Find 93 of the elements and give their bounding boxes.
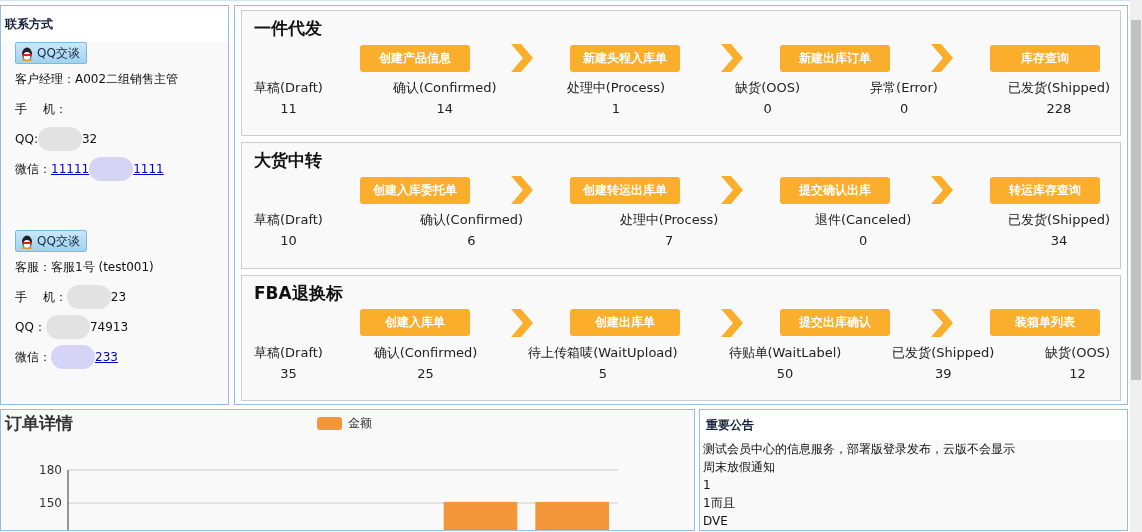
wechat-link[interactable]: 233 <box>95 350 118 364</box>
action-button[interactable]: 创建入库委托单 <box>360 176 470 204</box>
status-count: 12 <box>1069 365 1086 381</box>
chevron-icon <box>511 308 533 337</box>
status-count: 5 <box>598 365 608 381</box>
notice-item[interactable]: 周末放假通知 <box>700 458 1127 476</box>
axis-tick-label: 150 <box>39 496 62 510</box>
status-label: 草稿(Draft) <box>254 343 323 362</box>
status-count: 14 <box>436 101 454 116</box>
field-value: 23 <box>110 290 127 304</box>
field-label: 微信： <box>15 160 51 178</box>
action-button[interactable]: 提交确认出库 <box>780 176 890 204</box>
wechat-link[interactable]: 11111 <box>51 162 90 176</box>
section-title: 大货中转 <box>254 150 322 171</box>
chart-title: 订单详情 <box>5 412 73 435</box>
field-label: 手 机： <box>15 100 67 118</box>
action-button[interactable]: 创建产品信息 <box>360 44 470 72</box>
action-button[interactable]: 创建出库单 <box>570 309 680 337</box>
qq-chat-button[interactable]: QQ交谈 <box>15 230 87 252</box>
chevron-icon <box>931 44 953 72</box>
status-label: 草稿(Draft) <box>254 79 323 97</box>
status-count: 25 <box>417 365 434 381</box>
notice-item[interactable]: DVE <box>700 512 1127 530</box>
status-count: 0 <box>859 233 868 249</box>
redaction-blur <box>89 157 134 181</box>
status-label: 待贴单(WaitLabel) <box>728 343 842 362</box>
status-count: 0 <box>899 101 909 116</box>
redaction-blur <box>51 345 95 369</box>
panel-title: 联系方式 <box>1 6 228 42</box>
status-count: 228 <box>1046 101 1072 116</box>
status-count: 35 <box>280 365 297 381</box>
status-label: 缺货(OOS) <box>735 79 801 97</box>
action-button[interactable]: 创建转运出库单 <box>570 176 680 204</box>
status-count: 7 <box>664 233 674 249</box>
field-value: 客服1号 (test001) <box>51 258 154 276</box>
chevron-icon <box>931 176 953 205</box>
field-label: QQ： <box>15 318 46 336</box>
action-button[interactable]: 装箱单列表 <box>990 309 1100 337</box>
chevron-icon <box>931 308 953 337</box>
chevron-icon <box>511 176 533 205</box>
penguin-icon <box>20 45 34 61</box>
wechat-link[interactable]: 1111 <box>133 162 164 176</box>
field-value: A002二组销售主管 <box>75 70 179 88</box>
axis-tick-label: 180 <box>39 463 62 477</box>
penguin-icon <box>20 233 34 249</box>
status-count: 6 <box>467 233 476 249</box>
status-label: 确认(Confirmed) <box>419 211 524 230</box>
status-label: 待上传箱唛(WaitUpload) <box>528 343 678 362</box>
notice-item[interactable]: 1 <box>700 476 1127 494</box>
notice-item[interactable]: 1而且 <box>700 494 1127 512</box>
status-count: 39 <box>935 365 952 381</box>
status-label: 确认(Confirmed) <box>392 79 497 97</box>
field-label: 客服： <box>15 258 51 276</box>
status-label: 已发货(Shipped) <box>1007 211 1110 230</box>
status-label: 处理中(Process) <box>619 211 719 230</box>
chevron-icon <box>511 44 533 72</box>
y-axis <box>67 469 69 530</box>
chevron-icon <box>721 176 743 205</box>
status-label: 已发货(Shipped) <box>892 343 995 362</box>
notice-item[interactable]: 测试会员中心的信息服务，部署版登录发布，云版不会显示 <box>700 440 1127 458</box>
legend-label: 金额 <box>348 415 372 432</box>
status-label: 确认(Confirmed) <box>373 343 478 362</box>
panel-title: 重要公告 <box>700 410 1127 440</box>
field-label: 客户经理： <box>15 70 75 88</box>
section-title: 一件代发 <box>254 18 322 38</box>
status-count: 1 <box>611 101 621 116</box>
status-label: 已发货(Shipped) <box>1008 79 1110 97</box>
section-title: FBA退换标 <box>254 282 343 303</box>
chevron-icon <box>721 44 743 72</box>
status-count: 0 <box>763 101 772 116</box>
qq-chat-button[interactable]: QQ交谈 <box>15 42 87 64</box>
status-count: 50 <box>776 365 794 381</box>
field-value: 32 <box>81 132 98 146</box>
action-button[interactable]: 新建头程入库单 <box>570 44 680 72</box>
status-count: 11 <box>280 101 297 116</box>
action-button[interactable]: 新建出库订单 <box>780 44 890 72</box>
status-label: 缺货(OOS) <box>1045 343 1110 362</box>
status-label: 草稿(Draft) <box>254 211 323 230</box>
field-value: 74913 <box>89 320 129 334</box>
field-label: 微信： <box>15 348 51 366</box>
chevron-icon <box>721 308 743 337</box>
status-count: 34 <box>1050 233 1068 249</box>
field-label: QQ: <box>15 132 38 146</box>
action-button[interactable]: 转运库存查询 <box>990 176 1100 204</box>
field-label: 手 机： <box>15 288 67 306</box>
action-button[interactable]: 创建入库单 <box>360 309 470 337</box>
action-button[interactable]: 提交出库确认 <box>780 309 890 337</box>
status-label: 异常(Error) <box>870 79 938 97</box>
scrollbar[interactable] <box>1130 0 1142 532</box>
action-button[interactable]: 库存查询 <box>990 44 1100 72</box>
status-count: 10 <box>280 233 297 249</box>
status-label: 处理中(Process) <box>566 79 666 97</box>
status-label: 退件(Canceled) <box>814 211 912 230</box>
